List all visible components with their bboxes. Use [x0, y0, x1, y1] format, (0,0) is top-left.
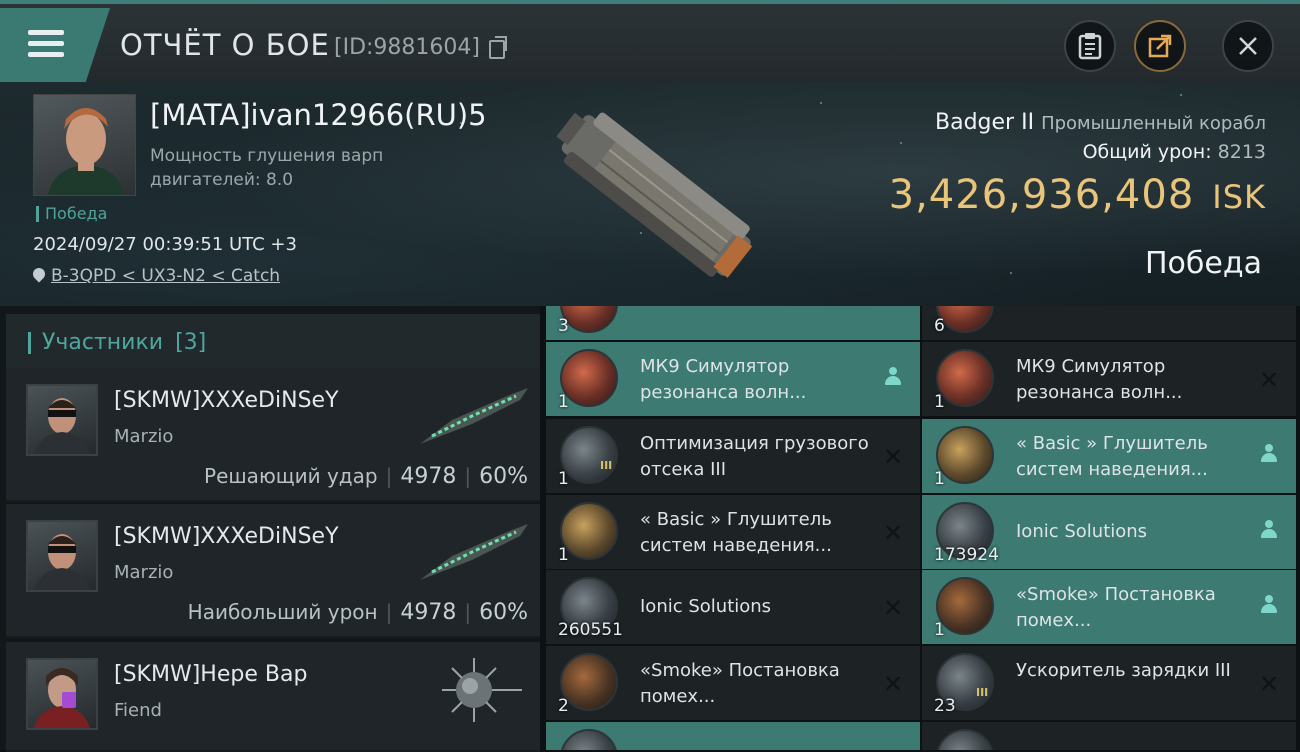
item-row[interactable]: 1 « Basic » Глушитель систем наведения...: [922, 419, 1296, 493]
item-row[interactable]: 2 «Smoke» Постановка помех... ✕: [546, 646, 920, 720]
cormorant-icon[interactable]: [560, 729, 618, 750]
location-pin-icon: [30, 265, 48, 283]
item-name: Ionic Solutions: [640, 596, 772, 617]
report-id: [ID:9881604]: [334, 35, 480, 60]
destroyed-icon: ✕: [882, 670, 904, 698]
destroyed-icon: ✕: [882, 594, 904, 622]
victim-summary: [MATA]ivan12966(RU)5 Мощность глушения в…: [0, 82, 1300, 306]
item-quantity: 1: [934, 469, 945, 489]
close-button[interactable]: [1222, 20, 1274, 72]
item-quantity: 1: [934, 392, 945, 412]
share-button[interactable]: [1134, 20, 1186, 72]
item-quantity: 1: [558, 392, 569, 412]
menu-icon: [28, 30, 64, 35]
participant-row[interactable]: [SKMW]Hepe Bap Fiend: [6, 642, 540, 752]
result-badge: Победа: [36, 206, 107, 222]
destroyed-icon: ✕: [1258, 670, 1280, 698]
participant-row[interactable]: [SKMW]XXXeDiNSeY Marzio Наибольший урон |…: [6, 504, 540, 638]
dropped-to-player-icon: [1258, 443, 1280, 468]
item-row[interactable]: 260551 Ionic Solutions ✕: [546, 570, 920, 644]
dropped-to-player-icon: [1258, 594, 1280, 619]
close-icon: [1239, 37, 1257, 55]
item-quantity: 173924: [934, 545, 999, 565]
clipboard-icon: [1078, 33, 1102, 60]
item-name: « Basic » Глушитель систем наведения...: [1016, 433, 1208, 480]
item-row[interactable]: 1 МК9 Симулятор резонанса волн... ✕: [922, 342, 1296, 416]
ship-name[interactable]: Badger II Промышленный корабл: [935, 110, 1266, 135]
tech-level-badge: III: [976, 686, 989, 699]
top-bar: ОТЧЁТ О БОЕ [ID:9881604]: [0, 0, 1300, 82]
ship-render: [556, 112, 753, 278]
participant-avatar[interactable]: [26, 520, 98, 592]
isk-value: 3,426,936,408 ISK: [888, 172, 1266, 218]
item-name: МК9 Симулятор резонанса волн...: [640, 356, 807, 403]
destroyed-icon: ✕: [1258, 366, 1280, 394]
item-name: Оптимизация грузового отсека III: [640, 433, 869, 480]
dropped-to-player-icon: [882, 366, 904, 391]
kill-datetime: 2024/09/27 00:39:51 UTC +3: [33, 234, 297, 255]
destroyed-icon: ✕: [882, 443, 904, 471]
participants-header: Участники [3]: [6, 314, 540, 372]
item-row[interactable]: Cormorant:: [546, 722, 920, 750]
portrait-icon: [48, 108, 124, 195]
cormorant-icon[interactable]: [936, 729, 994, 750]
item-name: Ionic Solutions: [1016, 521, 1148, 542]
participant-stats: Решающий удар | 4978 | 60%: [204, 464, 528, 489]
item-quantity: 6: [934, 316, 945, 336]
warp-disruption-strength: Мощность глушения варп двигателей: 8.0: [150, 146, 384, 190]
tech-level-badge: III: [600, 459, 613, 472]
item-quantity: 1: [558, 545, 569, 565]
item-row[interactable]: Cormorant:: [922, 722, 1296, 750]
ship-class: Промышленный корабл: [1041, 113, 1266, 134]
participants-panel: Участники [3] [SKMW]XXXeDiNSeY Marzio Реш…: [0, 306, 540, 752]
item-name: « Basic » Глушитель систем наведения...: [640, 509, 832, 556]
item-quantity: 1: [934, 620, 945, 640]
battle-result: Победа: [1145, 246, 1262, 281]
participant-ship-icon: [420, 388, 528, 444]
item-quantity: 23: [934, 696, 956, 716]
participant-avatar[interactable]: [26, 384, 98, 456]
total-damage: Общий урон: 8213: [1082, 141, 1266, 163]
clipboard-button[interactable]: [1064, 20, 1116, 72]
item-name: Ускоритель зарядки III: [1016, 660, 1231, 681]
share-icon: [1148, 34, 1172, 58]
item-name: «Smoke» Постановка помех...: [1016, 584, 1216, 631]
dropped-to-player-icon: [1258, 519, 1280, 544]
item-row[interactable]: 1 «Smoke» Постановка помех...: [922, 570, 1296, 644]
item-row[interactable]: 173924 Ionic Solutions: [922, 495, 1296, 569]
item-name: Cormorant:: [1016, 746, 1246, 750]
kill-location[interactable]: B-3QPD < UX3-N2 < Catch: [30, 265, 280, 286]
item-quantity: 2: [558, 696, 569, 716]
copy-icon[interactable]: [489, 36, 507, 59]
item-quantity: 3: [558, 316, 569, 336]
item-name: Cormorant:: [640, 746, 870, 750]
participant-row[interactable]: [SKMW]XXXeDiNSeY Marzio Решающий удар | 49…: [6, 368, 540, 502]
item-quantity: 1: [558, 469, 569, 489]
page-title: ОТЧЁТ О БОЕ: [120, 28, 330, 62]
item-quantity: 260551: [558, 620, 623, 640]
corp-badge-icon: [62, 692, 76, 708]
victim-avatar[interactable]: [33, 94, 136, 196]
item-name: «Smoke» Постановка помех...: [640, 660, 840, 707]
victim-name[interactable]: [MATA]ivan12966(RU)5: [150, 98, 487, 132]
item-row[interactable]: III 1 Оптимизация грузового отсека III ✕: [546, 419, 920, 493]
menu-button[interactable]: [0, 8, 110, 82]
destroyed-icon: ✕: [882, 519, 904, 547]
item-name: МК9 Симулятор резонанса волн...: [1016, 356, 1183, 403]
item-row[interactable]: 1 МК9 Симулятор резонанса волн...: [546, 342, 920, 416]
participant-stats: Наибольший урон | 4978 | 60%: [187, 600, 528, 625]
item-row[interactable]: 1 « Basic » Глушитель систем наведения...…: [546, 495, 920, 569]
item-row[interactable]: III 23 Ускоритель зарядки III ✕: [922, 646, 1296, 720]
participant-ship-icon: [420, 524, 528, 580]
participant-ship-icon: [442, 658, 522, 722]
